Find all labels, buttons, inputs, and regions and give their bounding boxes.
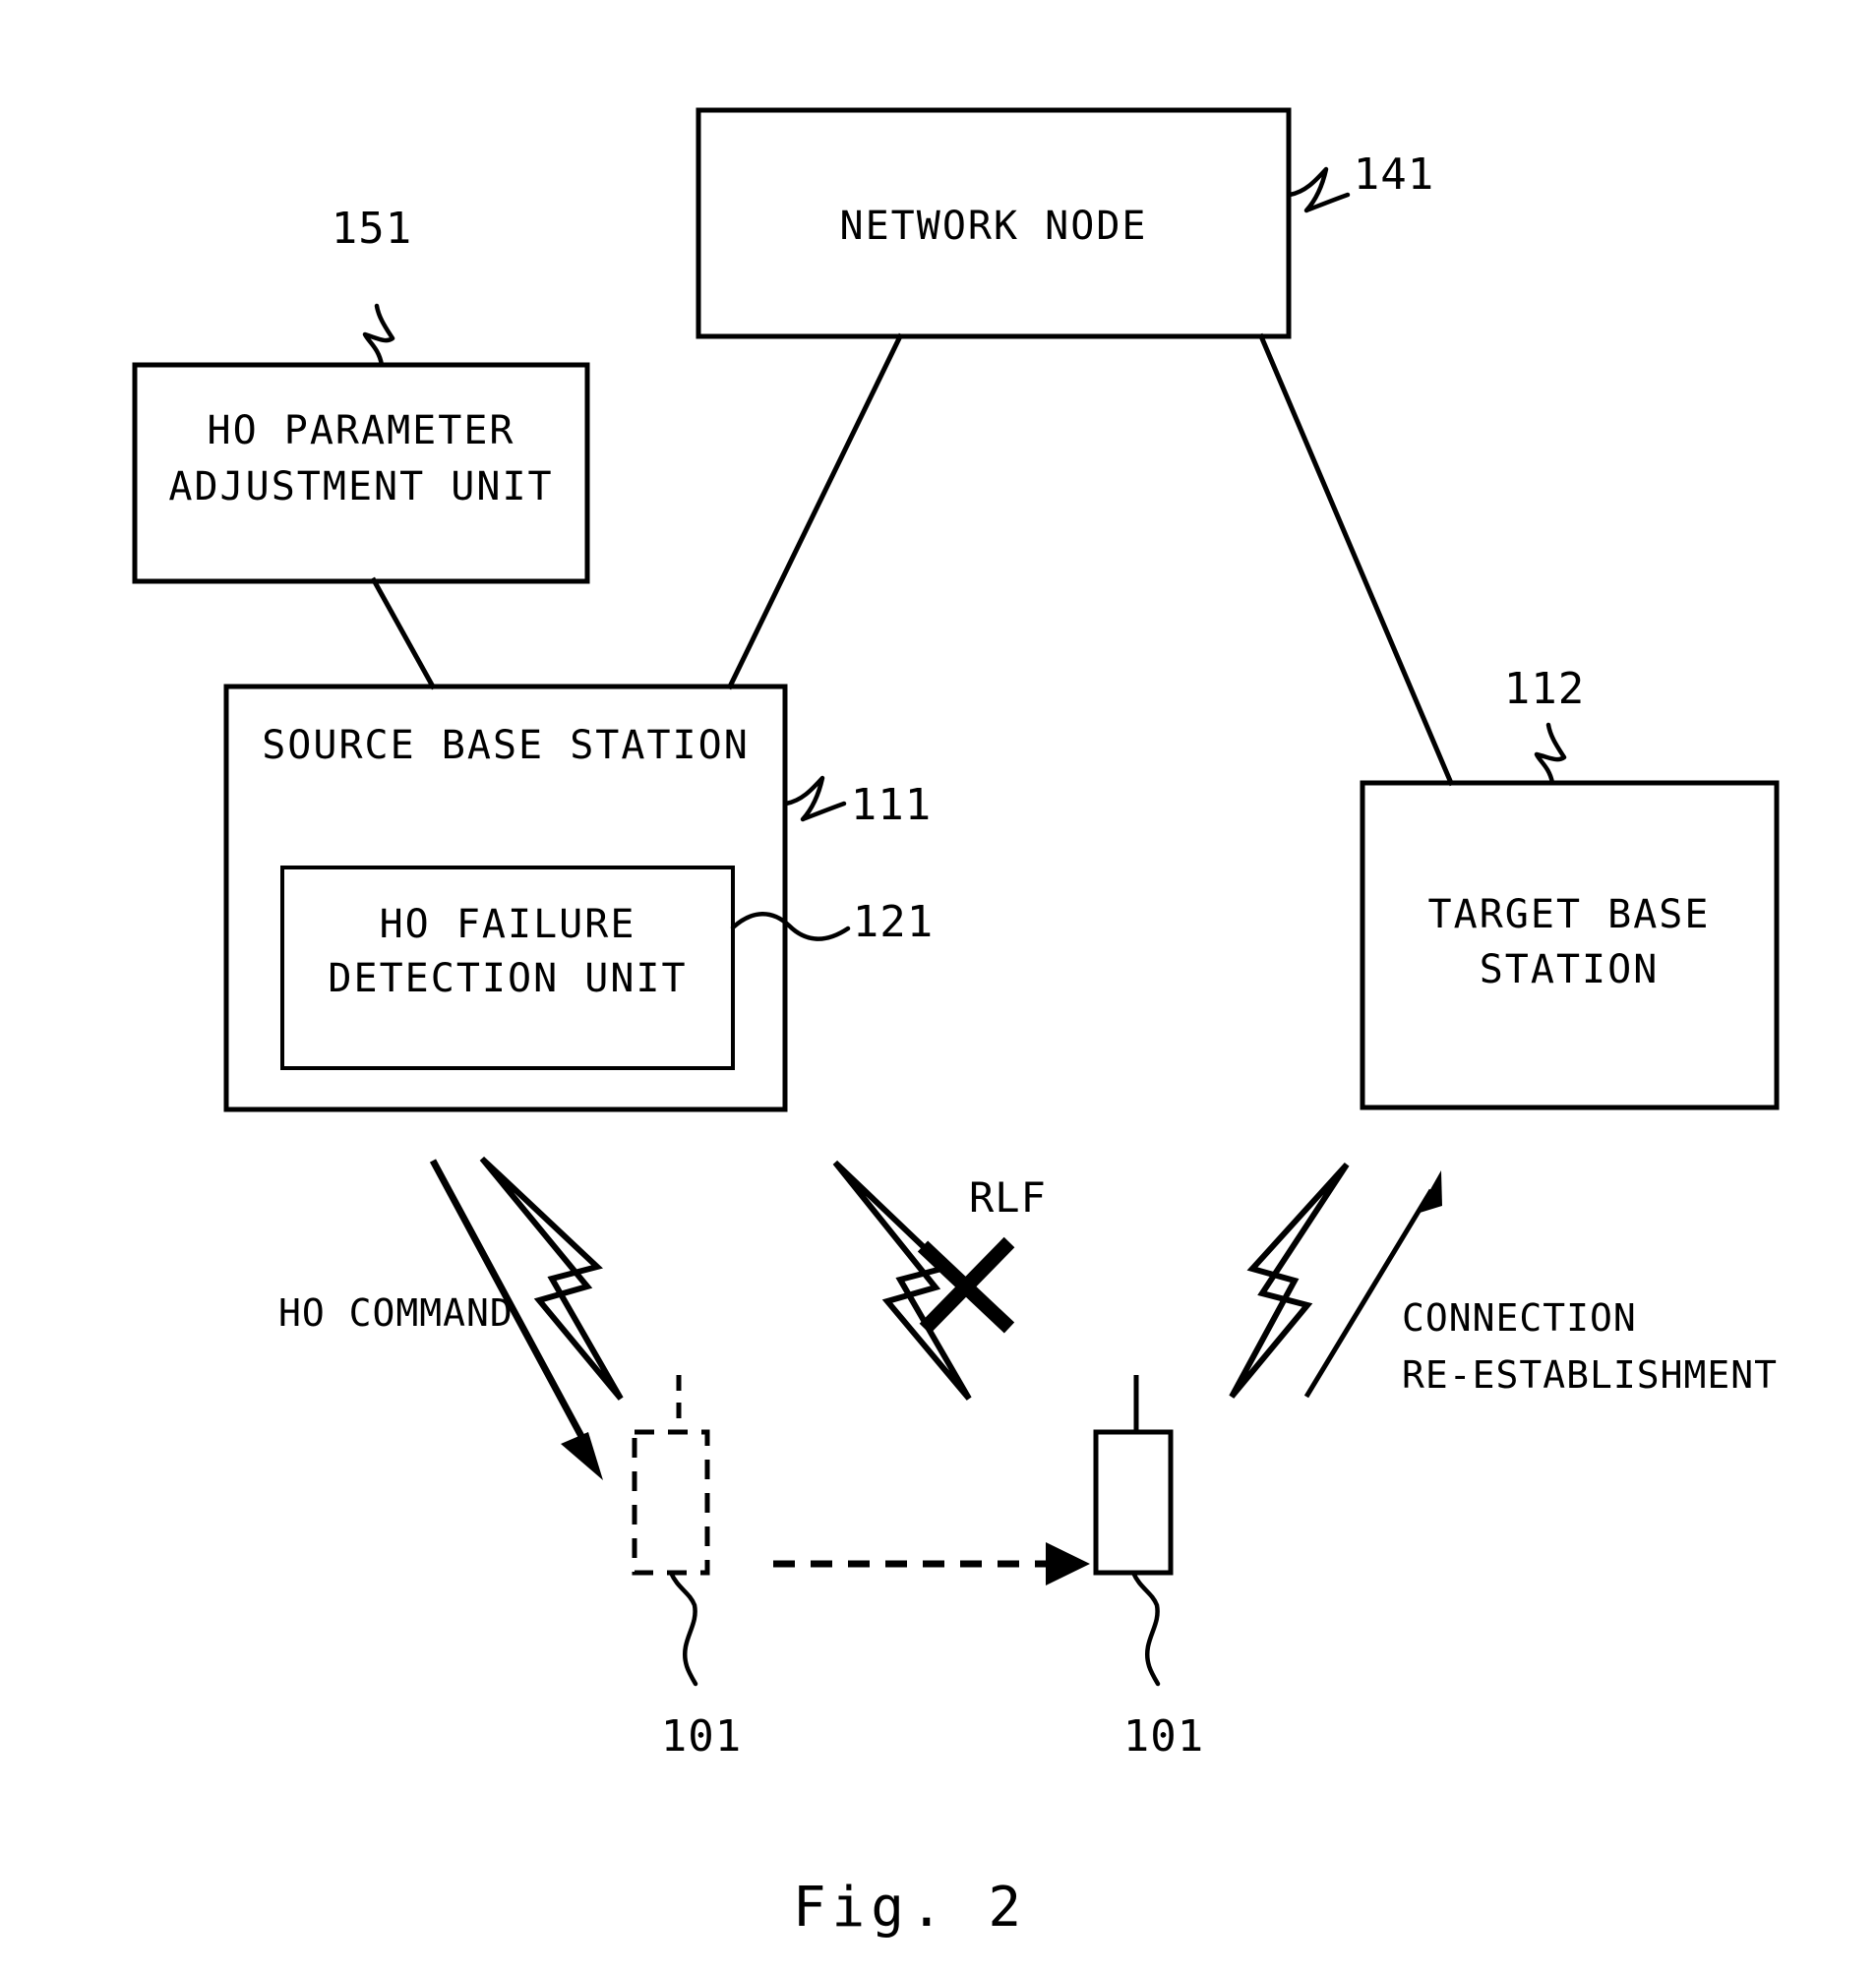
figure-canvas: NETWORK NODE 141 HO PARAMETER ADJUSTMENT…: [132, 107, 1780, 1940]
squiggle-leader-121: [730, 912, 851, 941]
ho-parameter-adjustment-unit-ref: 151: [332, 204, 412, 254]
ho-failure-detection-unit-block[interactable]: HO FAILURE DETECTION UNIT: [280, 866, 735, 1070]
ue-after-box[interactable]: [1093, 1429, 1174, 1576]
ue-before-ref: 101: [661, 1711, 742, 1762]
lightning-bolt-ho-command-icon: [479, 1156, 624, 1401]
source-base-station-block[interactable]: SOURCE BASE STATION HO FAILURE DETECTION…: [223, 684, 788, 1112]
ue-before-ref-leader: 101: [661, 1570, 742, 1762]
reestablishment-arrowhead: [1417, 1170, 1442, 1214]
squiggle-leader-112: [1534, 722, 1567, 786]
target-base-station-box[interactable]: [1360, 780, 1780, 1110]
ho-failure-detection-unit-label-line1: HO FAILURE: [380, 902, 636, 947]
network-node-block[interactable]: NETWORK NODE: [696, 107, 1292, 339]
source-base-station-ref: 111: [851, 780, 932, 830]
target-base-station-block[interactable]: TARGET BASE STATION: [1360, 780, 1780, 1110]
source-base-station-ref-leader: 111: [783, 775, 932, 830]
ho-parameter-adjustment-unit-label-line2: ADJUSTMENT UNIT: [168, 464, 553, 509]
ue-before-box[interactable]: [632, 1429, 710, 1576]
link-ho-param-to-source: [370, 576, 437, 690]
squiggle-leader-151: [362, 303, 395, 368]
squiggle-leader-101-before: [668, 1570, 698, 1687]
ho-failure-detection-unit-ref-leader: 121: [730, 897, 934, 947]
squiggle-leader-141: [1287, 166, 1351, 213]
ho-command-arrowhead: [561, 1432, 603, 1480]
ue-movement-arrowhead: [1046, 1542, 1090, 1585]
squiggle-leader-101-after: [1130, 1570, 1161, 1687]
ue-after-block[interactable]: [1093, 1375, 1174, 1576]
target-base-station-label-line1: TARGET BASE: [1428, 892, 1711, 937]
ue-movement-group: [773, 1542, 1090, 1585]
ue-after-ref: 101: [1123, 1711, 1204, 1762]
connection-reestablishment-group: CONNECTION RE-ESTABLISHMENT: [1229, 1162, 1778, 1399]
ho-command-label: HO COMMAND: [278, 1291, 514, 1335]
source-base-station-label: SOURCE BASE STATION: [262, 723, 750, 768]
connector-lines: [370, 332, 1455, 787]
ue-before-block[interactable]: [632, 1375, 710, 1576]
ho-command-group: HO COMMAND: [278, 1156, 624, 1480]
link-network-node-to-target: [1257, 332, 1455, 787]
patent-figure: NETWORK NODE 141 HO PARAMETER ADJUSTMENT…: [0, 0, 1876, 1973]
rlf-group: RLF: [832, 1160, 1047, 1401]
rlf-label: RLF: [969, 1173, 1047, 1222]
ho-parameter-adjustment-unit-block[interactable]: HO PARAMETER ADJUSTMENT UNIT: [132, 362, 590, 584]
ho-parameter-ref-leader: 151: [332, 204, 412, 368]
network-node-ref: 141: [1354, 149, 1434, 200]
target-base-station-label-line2: STATION: [1480, 947, 1660, 992]
target-base-station-ref: 112: [1504, 664, 1585, 714]
ho-failure-detection-unit-label-line2: DETECTION UNIT: [328, 956, 687, 1001]
ue-after-ref-leader: 101: [1123, 1570, 1204, 1762]
connection-reestablishment-label-line1: CONNECTION: [1402, 1296, 1637, 1340]
ho-parameter-adjustment-unit-label-line1: HO PARAMETER: [208, 408, 515, 453]
network-node-ref-leader: 141: [1287, 149, 1434, 213]
ho-failure-detection-unit-ref: 121: [853, 897, 934, 947]
link-network-node-to-source: [726, 332, 904, 690]
squiggle-leader-111: [783, 775, 847, 822]
connection-reestablishment-label-line2: RE-ESTABLISHMENT: [1402, 1353, 1778, 1397]
figure-caption: Fig. 2: [793, 1876, 1027, 1940]
target-base-station-ref-leader: 112: [1504, 664, 1585, 786]
network-node-label: NETWORK NODE: [840, 204, 1148, 249]
